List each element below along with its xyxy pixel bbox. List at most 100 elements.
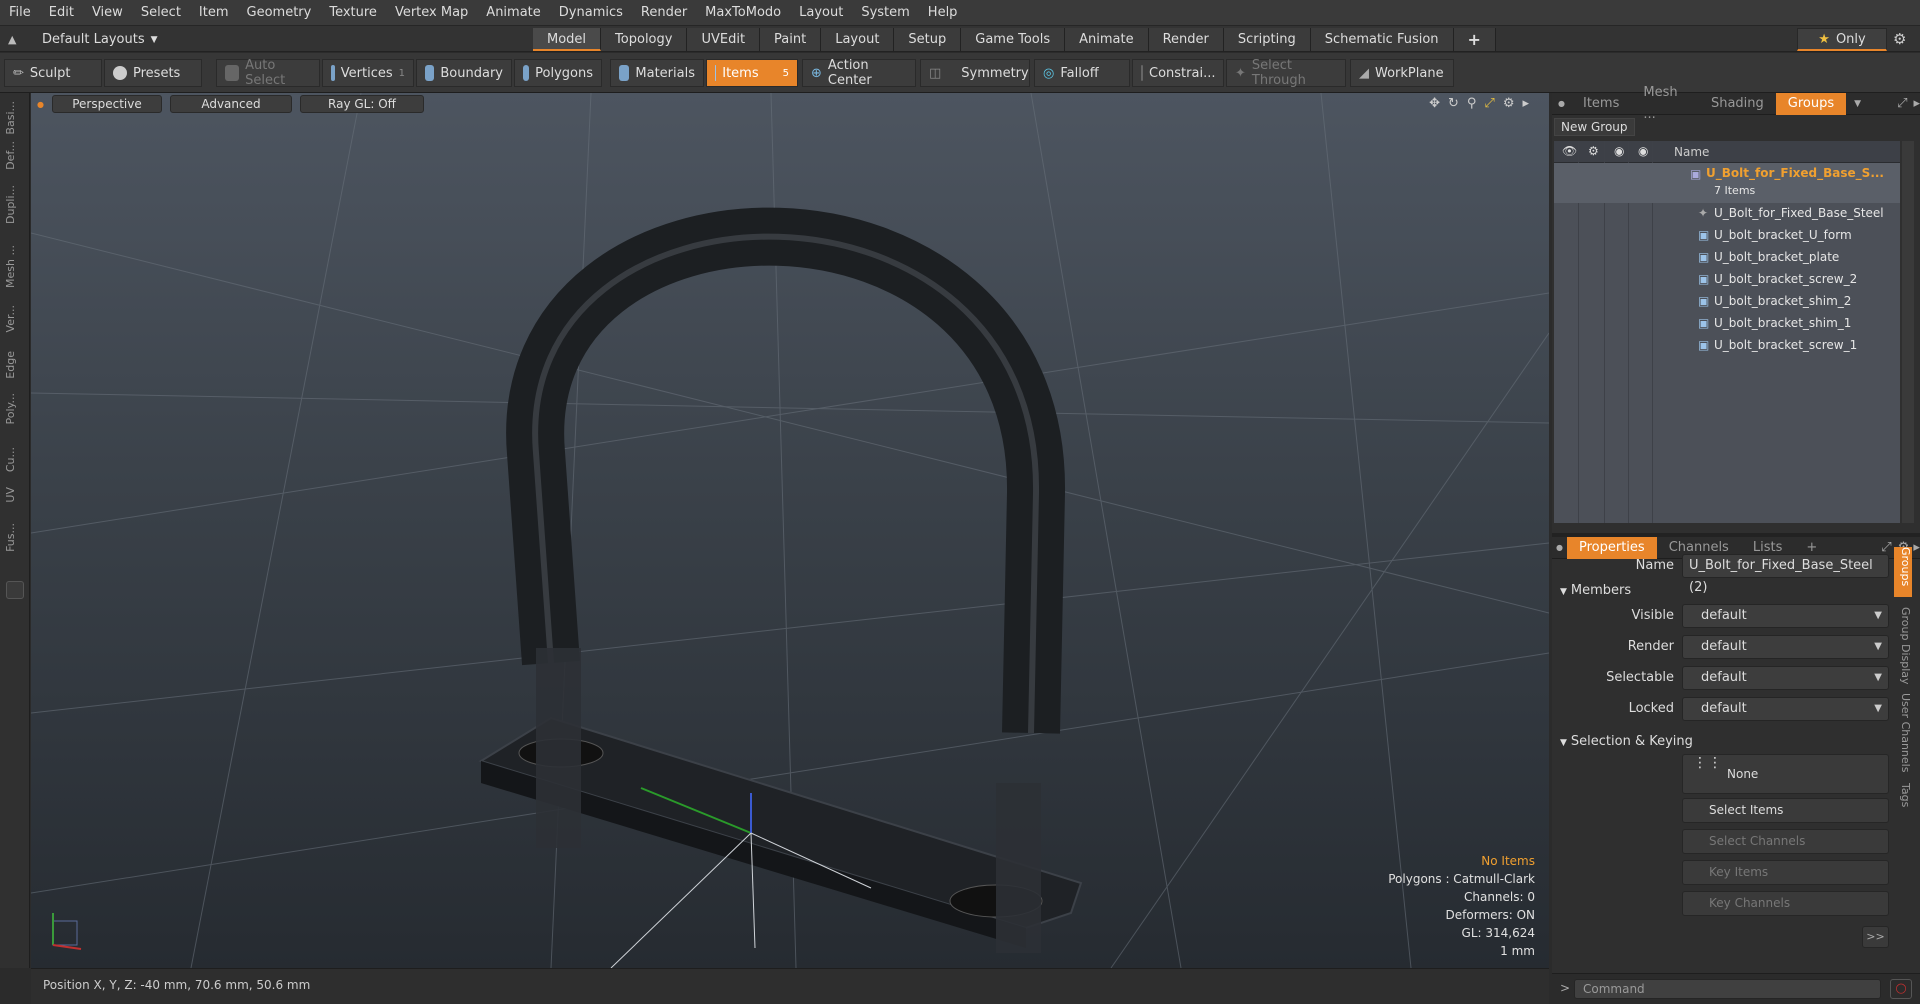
expand-arrow-icon[interactable]: ▸ xyxy=(1522,96,1529,111)
menu-view[interactable]: View xyxy=(83,0,132,25)
tab-topology[interactable]: Topology xyxy=(601,28,688,51)
tree-row[interactable]: ▣ U_bolt_bracket_screw_2 xyxy=(1554,269,1900,291)
pan-icon[interactable]: ✥ xyxy=(1429,96,1440,111)
left-tab-basic[interactable]: Basi... xyxy=(4,101,26,135)
rotate-icon[interactable]: ↻ xyxy=(1448,96,1459,111)
tab-animate[interactable]: Animate xyxy=(1065,28,1149,51)
add-tab-icon[interactable]: + xyxy=(1453,28,1496,51)
side-tab-user-channels[interactable]: User Channels xyxy=(1894,693,1912,773)
left-tab-duplicate[interactable]: Dupli... xyxy=(4,185,26,224)
only-button[interactable]: ★ Only xyxy=(1797,28,1887,51)
3d-viewport[interactable]: ● Perspective Advanced Ray GL: Off ✥ ↻ ⚲… xyxy=(31,93,1549,968)
tree-row[interactable]: ▣ U_bolt_bracket_shim_2 xyxy=(1554,291,1900,313)
materials-button[interactable]: Materials xyxy=(610,59,704,87)
left-tab-vertex[interactable]: Ver... xyxy=(4,305,26,332)
groups-tree[interactable]: 👁 ⚙ ◉ ◉ Name ▣ U_Bolt_for_Fixed_Base_S..… xyxy=(1554,141,1900,523)
left-tab-deform[interactable]: Def... xyxy=(4,141,26,170)
render-select[interactable]: default ▼ xyxy=(1682,635,1889,659)
action-center-button[interactable]: ⊕ Action Center xyxy=(802,58,916,88)
menu-file[interactable]: File xyxy=(0,0,40,25)
constraints-button[interactable]: Constrai... xyxy=(1132,59,1224,87)
view-mode-button[interactable]: Perspective xyxy=(51,95,162,113)
maximize-icon[interactable]: ⤢ xyxy=(1897,96,1907,111)
menu-geometry[interactable]: Geometry xyxy=(238,0,321,25)
tree-row[interactable]: ▣ U_bolt_bracket_U_form xyxy=(1554,225,1900,247)
panel-menu-icon[interactable]: ● xyxy=(1558,99,1565,108)
items-button[interactable]: Items 5 xyxy=(706,59,798,87)
tab-game-tools[interactable]: Game Tools xyxy=(961,28,1066,51)
tree-scrollbar[interactable] xyxy=(1902,141,1914,523)
viewport-settings-icon[interactable]: ⚙ xyxy=(1503,96,1515,111)
boundary-button[interactable]: Boundary xyxy=(416,59,512,87)
menu-system[interactable]: System xyxy=(852,0,918,25)
chevron-down-icon[interactable]: ▼ xyxy=(1854,99,1861,109)
none-button[interactable]: ⋮⋮ None xyxy=(1682,754,1889,794)
group-name-field[interactable]: U_Bolt_for_Fixed_Base_Steel (2) xyxy=(1682,554,1889,595)
left-tab-mesh[interactable]: Mesh ... xyxy=(4,245,26,288)
group-row[interactable]: ▣ U_Bolt_for_Fixed_Base_S... 7 Items xyxy=(1554,163,1900,203)
falloff-button[interactable]: ◎ Falloff xyxy=(1034,59,1130,87)
left-tabs-expand-button[interactable] xyxy=(6,581,24,599)
select-icon[interactable]: ◉ xyxy=(1638,144,1648,158)
layout-selector[interactable]: ▲ Default Layouts ▼ xyxy=(8,26,158,53)
key-channels-button[interactable]: Key Channels xyxy=(1682,891,1889,916)
workplane-button[interactable]: ◢ WorkPlane xyxy=(1350,59,1454,87)
tab-scripting[interactable]: Scripting xyxy=(1223,28,1311,51)
advanced-button[interactable]: Advanced xyxy=(169,95,292,113)
side-tab-group-display[interactable]: Group Display xyxy=(1894,607,1912,687)
panel-menu-icon[interactable]: ● xyxy=(1556,543,1563,552)
tree-row[interactable]: ▣ U_bolt_bracket_plate xyxy=(1554,247,1900,269)
left-tab-polygon[interactable]: Poly... xyxy=(4,393,26,424)
locked-select[interactable]: default ▼ xyxy=(1682,697,1889,721)
side-tab-groups[interactable]: Groups xyxy=(1894,547,1912,597)
select-channels-button[interactable]: Select Channels xyxy=(1682,829,1889,854)
presets-button[interactable]: Presets xyxy=(104,59,202,87)
tree-row[interactable]: ▣ U_bolt_bracket_shim_1 xyxy=(1554,313,1900,335)
vertices-button[interactable]: Vertices 1 xyxy=(322,59,414,87)
tab-setup[interactable]: Setup xyxy=(894,28,962,51)
expand-arrow-icon[interactable]: ▸ xyxy=(1913,540,1920,555)
menu-animate[interactable]: Animate xyxy=(477,0,549,25)
visible-select[interactable]: default ▼ xyxy=(1682,604,1889,628)
left-tab-curve[interactable]: Cu... xyxy=(4,447,26,472)
tab-items[interactable]: Items xyxy=(1571,93,1631,115)
render-icon[interactable]: ⚙ xyxy=(1588,144,1599,158)
left-tab-fusion[interactable]: Fus... xyxy=(4,523,26,552)
tree-row[interactable]: ▣ U_bolt_bracket_screw_1 xyxy=(1554,335,1900,357)
left-tab-uv[interactable]: UV xyxy=(4,487,26,503)
menu-edit[interactable]: Edit xyxy=(40,0,83,25)
menu-help[interactable]: Help xyxy=(919,0,967,25)
zoom-icon[interactable]: ⚲ xyxy=(1467,96,1477,111)
menu-render[interactable]: Render xyxy=(632,0,696,25)
tab-schematic-fusion[interactable]: Schematic Fusion xyxy=(1310,28,1454,51)
eye-icon[interactable]: 👁 xyxy=(1562,144,1577,158)
tab-paint[interactable]: Paint xyxy=(760,28,822,51)
menu-select[interactable]: Select xyxy=(132,0,190,25)
menu-texture[interactable]: Texture xyxy=(320,0,386,25)
select-through-button[interactable]: ✦ Select Through xyxy=(1226,58,1346,88)
polygons-button[interactable]: Polygons xyxy=(514,59,602,87)
tab-shading[interactable]: Shading xyxy=(1699,93,1776,115)
auto-select-button[interactable]: Auto Select xyxy=(216,58,320,88)
more-button[interactable]: >> xyxy=(1862,926,1889,948)
menu-item[interactable]: Item xyxy=(190,0,238,25)
symmetry-button[interactable]: ◫ Symmetry xyxy=(920,59,1030,87)
left-tab-edge[interactable]: Edge xyxy=(4,351,26,379)
gear-icon[interactable]: ⚙ xyxy=(1893,30,1906,48)
menu-maxtomodo[interactable]: MaxToModo xyxy=(696,0,790,25)
selection-keying-section[interactable]: ▼ Selection & Keying xyxy=(1560,734,1693,749)
expand-arrow-icon[interactable]: ▸ xyxy=(1913,96,1920,111)
fit-icon[interactable]: ⤢ xyxy=(1484,96,1494,111)
tab-groups[interactable]: Groups xyxy=(1775,92,1847,115)
record-icon[interactable]: ○ xyxy=(1890,979,1912,999)
tab-layout[interactable]: Layout xyxy=(821,28,895,51)
name-column-header[interactable]: Name xyxy=(1674,145,1709,159)
menu-vertex-map[interactable]: Vertex Map xyxy=(386,0,477,25)
tab-render[interactable]: Render xyxy=(1148,28,1224,51)
selectable-select[interactable]: default ▼ xyxy=(1682,666,1889,690)
menu-dynamics[interactable]: Dynamics xyxy=(550,0,632,25)
members-section[interactable]: ▼ Members xyxy=(1560,583,1631,598)
viewport-menu-icon[interactable]: ● xyxy=(37,100,44,109)
lock-icon[interactable]: ◉ xyxy=(1614,144,1624,158)
key-items-button[interactable]: Key Items xyxy=(1682,860,1889,885)
